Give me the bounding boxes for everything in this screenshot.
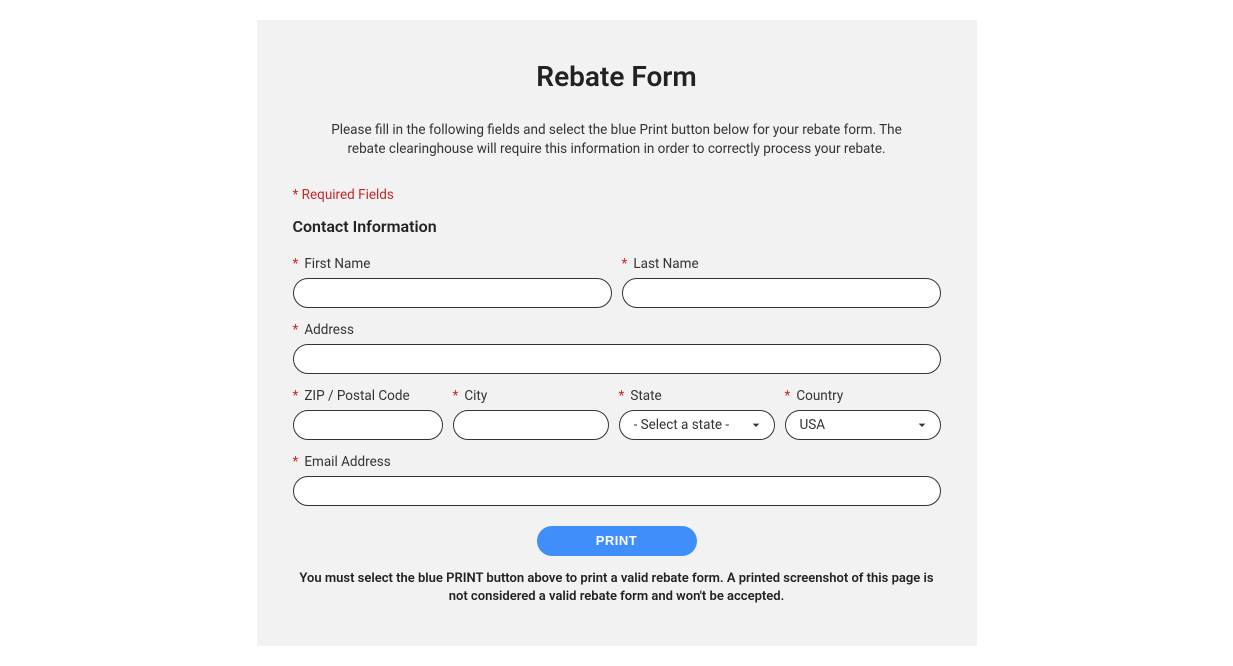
field-last-name: *Last Name [622, 256, 941, 308]
select-state[interactable]: - Select a state - [619, 410, 775, 440]
input-first-name[interactable] [293, 278, 612, 308]
label-city: *City [453, 388, 609, 404]
label-last-name-text: Last Name [633, 256, 698, 272]
label-last-name: *Last Name [622, 256, 941, 272]
label-address: *Address [293, 322, 941, 338]
field-country: *Country USA [785, 388, 941, 440]
label-first-name-text: First Name [304, 256, 370, 272]
label-state: *State [619, 388, 775, 404]
label-zip: *ZIP / Postal Code [293, 388, 443, 404]
input-address[interactable] [293, 344, 941, 374]
input-last-name[interactable] [622, 278, 941, 308]
field-state: *State - Select a state - [619, 388, 775, 440]
label-address-text: Address [304, 322, 354, 338]
field-first-name: *First Name [293, 256, 612, 308]
field-city: *City [453, 388, 609, 440]
print-button[interactable]: PRINT [537, 526, 697, 556]
row-email: *Email Address [293, 454, 941, 506]
form-description: Please fill in the following fields and … [322, 121, 912, 159]
row-location: *ZIP / Postal Code *City *State - Select… [293, 388, 941, 440]
label-country: *Country [785, 388, 941, 404]
input-city[interactable] [453, 410, 609, 440]
label-country-text: Country [796, 388, 843, 404]
row-name: *First Name *Last Name [293, 256, 941, 308]
input-email[interactable] [293, 476, 941, 506]
section-header-contact: Contact Information [293, 217, 941, 236]
label-zip-text: ZIP / Postal Code [304, 388, 409, 404]
label-state-text: State [630, 388, 661, 404]
label-email-text: Email Address [304, 454, 390, 470]
field-address: *Address [293, 322, 941, 374]
field-zip: *ZIP / Postal Code [293, 388, 443, 440]
input-zip[interactable] [293, 410, 443, 440]
select-country[interactable]: USA [785, 410, 941, 440]
rebate-form-container: Rebate Form Please fill in the following… [257, 20, 977, 646]
disclaimer-text: You must select the blue PRINT button ab… [297, 570, 937, 606]
label-first-name: *First Name [293, 256, 612, 272]
required-fields-note: * Required Fields [293, 187, 941, 203]
label-city-text: City [464, 388, 487, 404]
page-title: Rebate Form [293, 60, 941, 93]
label-email: *Email Address [293, 454, 941, 470]
field-email: *Email Address [293, 454, 941, 506]
row-address: *Address [293, 322, 941, 374]
